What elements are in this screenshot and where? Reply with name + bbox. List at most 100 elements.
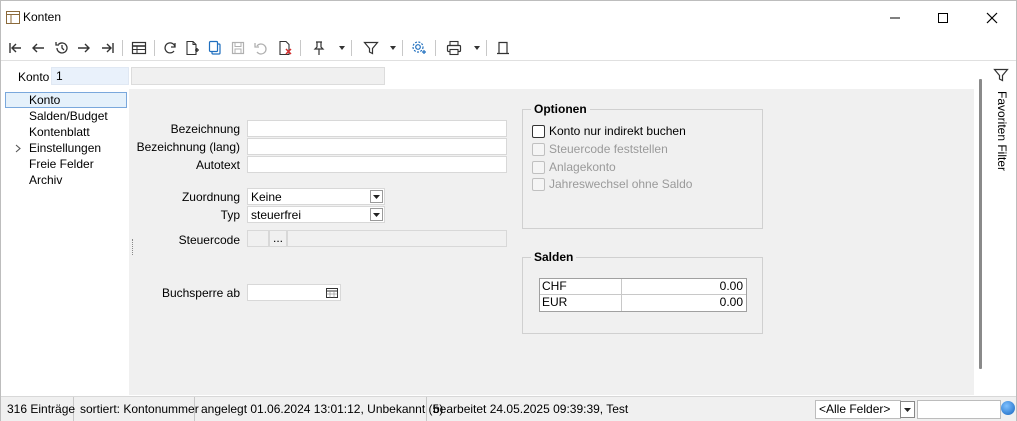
chevron-down-icon xyxy=(904,407,911,412)
last-record-button[interactable] xyxy=(97,38,117,58)
copy-record-button[interactable] xyxy=(205,38,225,58)
print-icon xyxy=(446,40,462,56)
table-view-button[interactable] xyxy=(129,38,149,58)
save-icon xyxy=(231,41,245,55)
bezeichnung-lang-input[interactable] xyxy=(247,138,507,155)
sidebar-item-konto[interactable]: Konto xyxy=(5,92,127,108)
buchsperre-date-input[interactable] xyxy=(247,284,341,301)
settings-button[interactable] xyxy=(409,38,429,58)
typ-select[interactable]: steuerfrei xyxy=(247,206,385,223)
close-button[interactable] xyxy=(968,1,1016,34)
status-search-input[interactable] xyxy=(917,400,1001,419)
toolbar-separator xyxy=(486,40,487,56)
chevron-down-icon[interactable] xyxy=(370,208,383,221)
checkbox-label: Steuercode feststellen xyxy=(549,142,668,156)
autotext-input[interactable] xyxy=(247,156,507,173)
toolbar-separator xyxy=(351,40,352,56)
zuordnung-select[interactable]: Keine xyxy=(247,188,385,205)
toolbar-separator xyxy=(402,40,403,56)
maximize-icon xyxy=(938,12,948,23)
bezeichnung-input[interactable] xyxy=(247,120,507,137)
field-filter-select[interactable]: <Alle Felder> xyxy=(815,400,901,419)
new-doc-icon xyxy=(186,40,199,56)
refresh-button[interactable] xyxy=(160,38,180,58)
steuercode-feststellen-checkbox[interactable]: Steuercode feststellen xyxy=(532,142,668,156)
print-dropdown-icon[interactable] xyxy=(473,44,481,52)
pin-dropdown-icon[interactable] xyxy=(338,44,346,52)
steuercode-description-field xyxy=(287,230,507,247)
checkbox-label: Konto nur indirekt buchen xyxy=(549,124,686,138)
app-window-icon xyxy=(6,11,20,24)
filter-dropdown-icon[interactable] xyxy=(389,44,397,52)
table-icon xyxy=(131,41,147,55)
minimize-button[interactable] xyxy=(871,1,919,34)
konto-nur-indirekt-checkbox[interactable]: Konto nur indirekt buchen xyxy=(532,124,686,138)
maximize-button[interactable] xyxy=(919,1,967,34)
delete-record-button[interactable] xyxy=(275,38,295,58)
status-sorted: sortiert: Kontonummer xyxy=(74,397,199,421)
history-button[interactable] xyxy=(52,38,72,58)
undo-icon xyxy=(254,43,267,55)
konto-label: Konto xyxy=(18,70,50,84)
sidebar-item-archiv[interactable]: Archiv xyxy=(5,172,127,188)
calendar-icon[interactable] xyxy=(326,287,338,298)
previous-record-button[interactable] xyxy=(28,38,48,58)
saldo-currency: CHF xyxy=(540,279,622,294)
first-record-button[interactable] xyxy=(6,38,26,58)
anlagekonto-checkbox[interactable]: Anlagekonto xyxy=(532,160,616,174)
checkbox-box[interactable] xyxy=(532,142,545,156)
sidebar-nav: Konto Salden/Budget Kontenblatt Einstell… xyxy=(3,89,129,395)
save-button[interactable] xyxy=(228,38,248,58)
delete-icon xyxy=(279,40,292,56)
pin-button[interactable] xyxy=(309,38,329,58)
checkbox-box[interactable] xyxy=(532,177,545,191)
bezeichnung-lang-label: Bezeichnung (lang) xyxy=(136,140,240,154)
pin-icon xyxy=(313,41,325,55)
status-bar: 316 Einträge sortiert: Kontonummer angel… xyxy=(1,396,1016,421)
favoriten-filter-panel[interactable]: Favoriten Filter xyxy=(990,67,1014,187)
status-entries: 316 Einträge xyxy=(1,397,75,421)
prev-icon xyxy=(32,43,44,53)
toolbar-separator xyxy=(300,40,301,56)
field-filter-dropdown-button[interactable] xyxy=(900,401,915,418)
optionen-title: Optionen xyxy=(531,102,590,116)
konto-name-field xyxy=(131,67,385,85)
chevron-down-icon[interactable] xyxy=(370,190,383,203)
chevron-right-icon[interactable] xyxy=(15,144,21,153)
optionen-group: Optionen Konto nur indirekt buchen Steue… xyxy=(522,102,763,229)
close-icon xyxy=(986,12,998,23)
layout-button[interactable] xyxy=(493,38,513,58)
jahreswechsel-ohne-saldo-checkbox[interactable]: Jahreswechsel ohne Saldo xyxy=(532,177,692,191)
toolbar-separator xyxy=(154,40,155,56)
history-icon xyxy=(55,42,68,54)
layout-icon xyxy=(497,41,509,55)
print-button[interactable] xyxy=(444,38,464,58)
checkbox-box[interactable] xyxy=(532,160,545,174)
konto-number-input[interactable]: 1 xyxy=(51,67,129,85)
favoriten-filter-label: Favoriten Filter xyxy=(995,91,1009,172)
sidebar-item-kontenblatt[interactable]: Kontenblatt xyxy=(5,124,127,140)
konten-window: Konten Konto 1 Konto Salden/Budget Konte… xyxy=(0,0,1017,421)
sidebar-item-freie-felder[interactable]: Freie Felder xyxy=(5,156,127,172)
new-record-button[interactable] xyxy=(182,38,202,58)
autotext-label: Autotext xyxy=(195,158,240,172)
filter-button[interactable] xyxy=(361,38,381,58)
steuercode-lookup-button[interactable]: ... xyxy=(269,230,287,247)
vertical-scrollbar[interactable] xyxy=(979,79,982,369)
zuordnung-value: Keine xyxy=(251,190,282,204)
search-globe-icon[interactable] xyxy=(1001,401,1015,415)
undo-button[interactable] xyxy=(251,38,271,58)
next-icon xyxy=(78,43,90,53)
settings-icon xyxy=(412,41,426,54)
next-record-button[interactable] xyxy=(74,38,94,58)
sidebar-item-einstellungen[interactable]: Einstellungen xyxy=(5,140,127,156)
salden-table: CHF 0.00 EUR 0.00 xyxy=(539,278,747,312)
typ-value: steuerfrei xyxy=(251,208,302,222)
checkbox-box[interactable] xyxy=(532,124,545,138)
status-created: angelegt 01.06.2024 13:01:12, Unbekannt … xyxy=(195,397,443,421)
sidebar-item-salden-budget[interactable]: Salden/Budget xyxy=(5,108,127,124)
typ-label: Typ xyxy=(220,208,240,222)
steuercode-code-field xyxy=(247,230,269,247)
sidebar-item-label: Einstellungen xyxy=(29,141,102,155)
status-edited: bearbeitet 24.05.2025 09:39:39, Test xyxy=(433,402,629,416)
